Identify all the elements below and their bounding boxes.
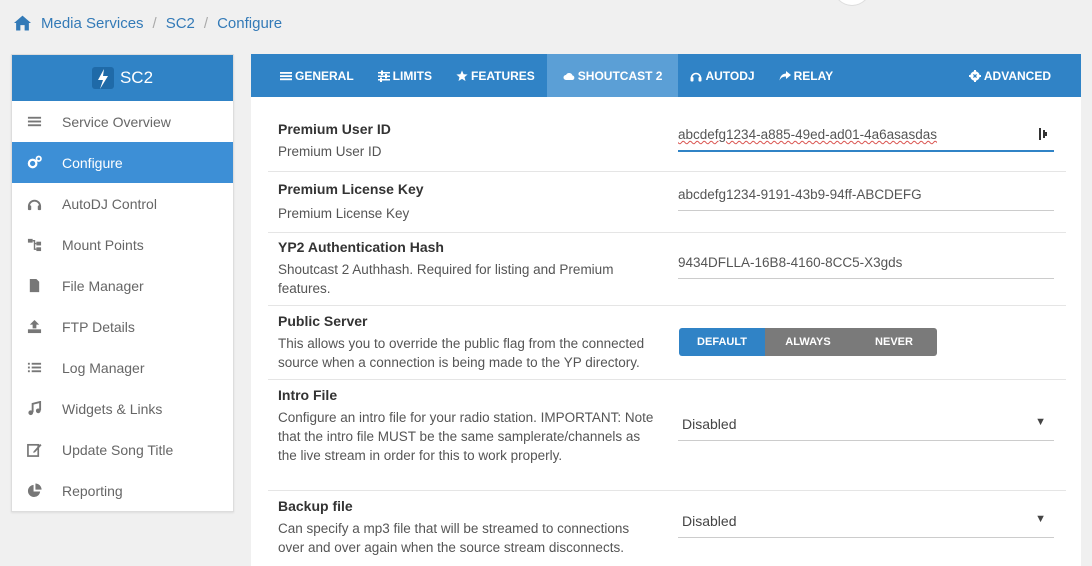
backup-file-select[interactable]: Disabled ▼ [678,513,1054,538]
sidebar-item-log-manager[interactable]: Log Manager [12,347,233,388]
shoutcast-logo-icon [91,67,114,89]
cloud-icon [563,72,575,80]
tab-general[interactable]: GENERAL [251,54,366,97]
upload-icon [26,319,42,335]
breadcrumb-media-services[interactable]: Media Services [41,15,144,32]
sidebar-item-file-manager[interactable]: File Manager [12,265,233,306]
tab-relay[interactable]: RELAY [767,54,846,97]
public-server-toggle: DEFAULT ALWAYS NEVER [679,328,937,356]
sitemap-icon [26,237,42,253]
setting-yp2-hash: YP2 Authentication Hash Shoutcast 2 Auth… [268,233,1066,306]
premium-user-id-input[interactable]: abcdefg1234-a885-49ed-ad01-4a6asasdas [678,127,1054,152]
tab-label: LIMITS [392,68,432,83]
pie-chart-icon [26,483,42,499]
home-icon[interactable] [14,15,31,31]
file-icon [26,278,42,294]
sidebar-item-label: AutoDJ Control [62,195,157,212]
tab-label: SHOUTCAST 2 [577,68,663,83]
music-icon [26,401,42,417]
input-value: abcdefg1234-a885-49ed-ad01-4a6asasdas [678,127,937,142]
setting-intro-file: Intro File Configure an intro file for y… [268,380,1066,491]
dropdown-arrow-icon: ▼ [1035,416,1046,428]
settings-form: Premium User ID Premium User ID abcdefg1… [268,114,1066,566]
sidebar-title: SC2 [119,68,154,87]
tab-label: FEATURES [471,68,535,83]
yp2-hash-input[interactable]: 9434DFLLA-16B8-4160-8CC5-X3gds [678,255,1054,279]
public-server-never-button[interactable]: NEVER [851,328,937,356]
tab-label: ADVANCED [983,68,1051,83]
menu-icon [26,114,42,130]
setting-description: Premium License Key [278,206,410,221]
tab-label: AUTODJ [705,68,755,83]
sidebar-item-update-song-title[interactable]: Update Song Title [12,429,233,470]
tab-limits[interactable]: LIMITS [366,54,444,97]
setting-premium-user-id: Premium User ID Premium User ID abcdefg1… [268,114,1066,172]
breadcrumb-configure[interactable]: Configure [217,15,282,32]
breadcrumb: Media Services / SC2 / Configure [14,12,282,34]
sidebar-item-label: FTP Details [62,318,135,335]
sidebar-item-ftp-details[interactable]: FTP Details [12,306,233,347]
public-server-default-button[interactable]: DEFAULT [679,328,765,356]
input-cursor-icon [1039,128,1047,140]
sidebar-item-service-overview[interactable]: Service Overview [12,101,233,142]
sliders-icon [377,70,390,82]
setting-description: Configure an intro file for your radio s… [278,410,654,463]
setting-label: Public Server [278,313,368,329]
gears-icon [26,155,42,171]
sidebar-item-configure[interactable]: Configure [12,142,233,183]
sidebar-item-label: Widgets & Links [62,400,163,417]
setting-premium-license-key: Premium License Key Premium License Key … [268,172,1066,233]
breadcrumb-sc2[interactable]: SC2 [166,15,195,32]
tab-shoutcast2[interactable]: SHOUTCAST 2 [546,54,679,97]
sidebar-item-autodj-control[interactable]: AutoDJ Control [12,183,233,224]
select-value: Disabled [682,513,737,529]
setting-label: Intro File [278,387,338,403]
sidebar-item-label: Update Song Title [62,441,174,458]
headphones-icon [690,72,702,81]
breadcrumb-separator: / [203,14,209,32]
tab-label: GENERAL [295,68,354,83]
edit-icon [26,442,42,458]
setting-description: Shoutcast 2 Authhash. Required for listi… [278,262,614,296]
premium-license-key-input[interactable]: abcdefg1234-9191-43b9-94ff-ABCDEFG [678,187,1054,211]
tab-advanced[interactable]: ADVANCED [957,54,1081,97]
sidebar-item-label: Mount Points [62,236,144,253]
sidebar-item-reporting[interactable]: Reporting [12,470,233,511]
select-value: Disabled [682,416,737,432]
intro-file-select[interactable]: Disabled ▼ [678,416,1054,441]
setting-description: This allows you to override the public f… [278,336,645,370]
sidebar-item-label: Configure [62,154,123,171]
sidebar-header: SC2 [12,55,233,101]
breadcrumb-separator: / [152,14,157,32]
star-icon [456,70,468,81]
list-icon [26,360,42,376]
config-tabs: GENERAL LIMITS FEATURES SHOUTCAST 2 AUTO… [251,54,1081,97]
sidebar-item-label: Log Manager [62,359,145,376]
top-profile-tab[interactable] [833,0,871,6]
config-panel: GENERAL LIMITS FEATURES SHOUTCAST 2 AUTO… [251,54,1081,566]
dropdown-arrow-icon: ▼ [1035,513,1046,525]
input-value: abcdefg1234-9191-43b9-94ff-ABCDEFG [678,187,922,202]
tab-autodj[interactable]: AUTODJ [678,54,766,97]
sidebar: SC2 Service Overview Configure AutoDJ Co… [11,54,234,512]
sidebar-item-label: Service Overview [62,113,171,130]
setting-description: Premium User ID [278,144,382,159]
bars-icon [280,71,292,80]
input-value: 9434DFLLA-16B8-4160-8CC5-X3gds [678,255,903,270]
headphones-icon [26,196,42,212]
gear-icon [968,69,981,82]
tab-features[interactable]: FEATURES [444,54,547,97]
public-server-always-button[interactable]: ALWAYS [765,328,851,356]
setting-backup-file: Backup file Can specify a mp3 file that … [268,491,1066,566]
setting-label: YP2 Authentication Hash [278,239,444,255]
setting-description: Can specify a mp3 file that will be stre… [278,521,630,555]
tab-label: RELAY [793,68,834,83]
setting-label: Backup file [278,498,353,514]
share-icon [779,70,791,80]
sidebar-item-mount-points[interactable]: Mount Points [12,224,233,265]
sidebar-item-label: File Manager [62,277,144,294]
sidebar-item-label: Reporting [62,482,123,499]
sidebar-item-widgets-links[interactable]: Widgets & Links [12,388,233,429]
setting-public-server: Public Server This allows you to overrid… [268,306,1066,380]
